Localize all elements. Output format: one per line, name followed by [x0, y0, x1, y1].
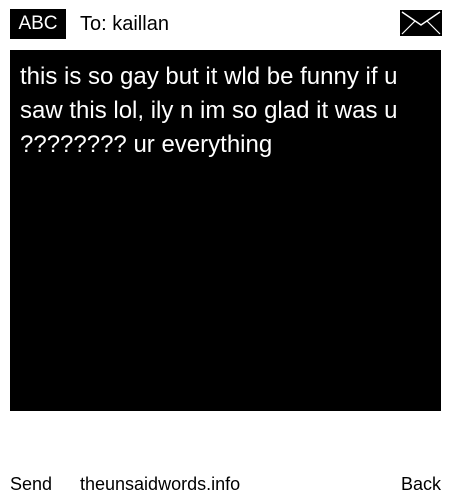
back-button[interactable]: Back — [401, 468, 441, 500]
site-link[interactable]: theunsaidwords.info — [80, 468, 240, 500]
softkey-bar: Send theunsaidwords.info Back — [0, 468, 450, 500]
recipient-field[interactable]: To: kaillan — [80, 9, 169, 39]
send-button[interactable]: Send — [10, 468, 52, 500]
message-text: this is so gay but it wld be funny if u … — [20, 63, 405, 158]
input-mode-badge[interactable]: ABC — [10, 9, 66, 39]
message-header: ABC To: kaillan — [0, 0, 450, 50]
message-body-area[interactable]: this is so gay but it wld be funny if u … — [10, 50, 441, 411]
envelope-icon — [400, 10, 442, 36]
